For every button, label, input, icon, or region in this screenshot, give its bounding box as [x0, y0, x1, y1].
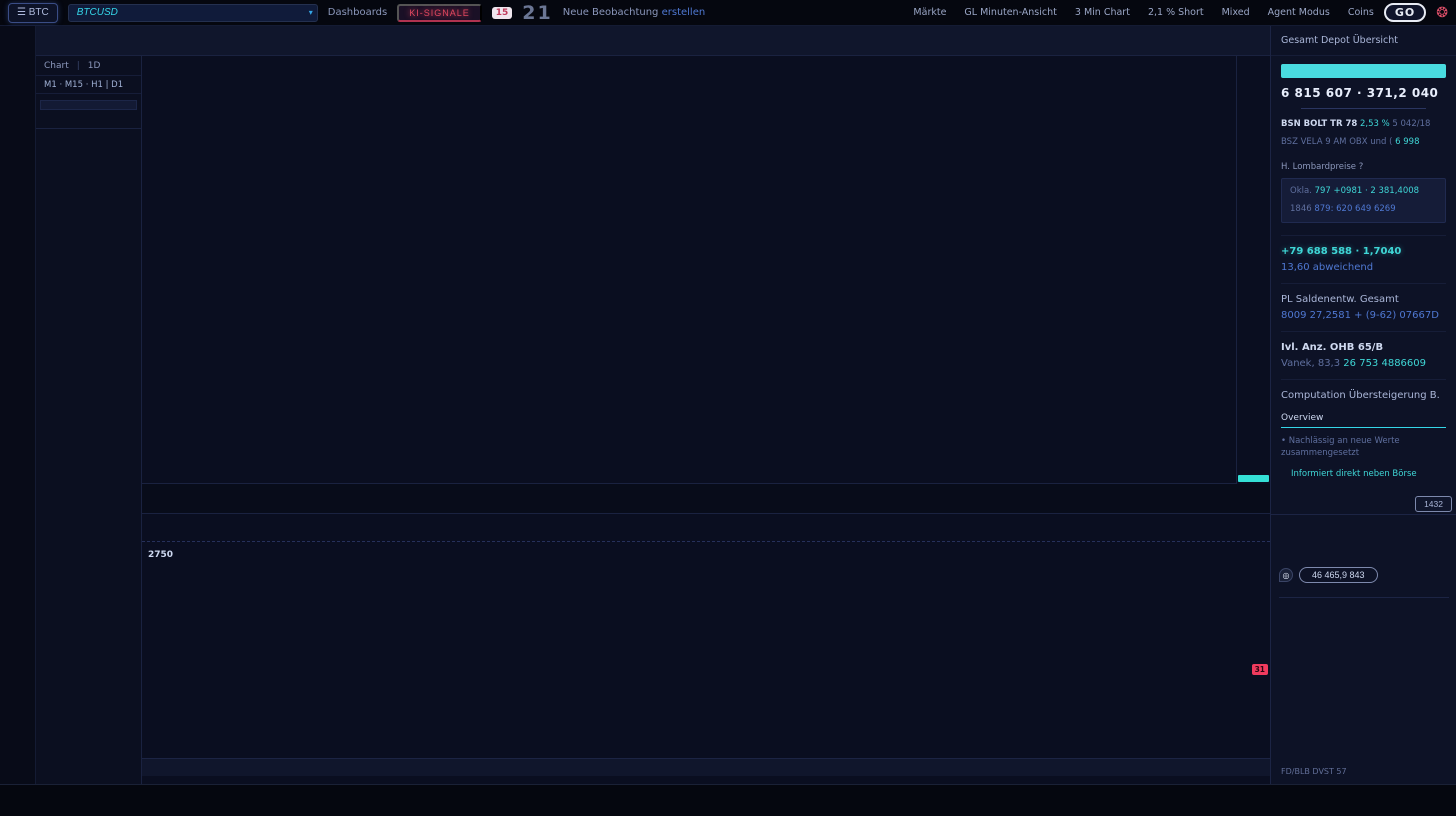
candlestick-chart-svg — [142, 56, 1236, 484]
lombard-label[interactable]: H. Lombardpreise ? — [1281, 162, 1446, 172]
notification-count-badge[interactable]: 15 — [492, 7, 513, 19]
watchlist-info — [36, 120, 141, 128]
alert-link-plain: Neue Beobachtung — [563, 7, 659, 18]
panel-lower-section: ◎ 46 465,9 843 FD/BLB DVST 57 — [1271, 514, 1456, 784]
brand-logo-pill[interactable]: GO — [1384, 3, 1426, 22]
pl-value: 8009 27,2581 + (9-62) 07667D — [1281, 310, 1446, 321]
total-gain-value: +79 688 588 · 1,7040 — [1281, 246, 1446, 257]
topbar-menu-item-0[interactable]: Märkte — [913, 7, 946, 18]
portfolio-total-value: 6 815 607 · 371,2 040 — [1281, 86, 1446, 100]
watchlist-panel: Chart | 1D M1 · M15 · H1 | D1 — [36, 56, 142, 784]
symbol-search-input[interactable] — [68, 4, 318, 22]
topbar-menu-item-2[interactable]: 3 Min Chart — [1075, 7, 1130, 18]
position2-symbol: BSZ VELA 9 AM OBX — [1281, 137, 1368, 147]
menu-bar — [36, 26, 1270, 56]
box-row1-value: 797 +0981 · 2 381,4008 — [1315, 186, 1419, 196]
alert-link-accent: erstellen — [662, 7, 706, 18]
portfolio-panel: Gesamt Depot Übersicht 6 815 607 · 371,2… — [1270, 26, 1456, 784]
box-row2-value: 879: 620 649 6269 — [1314, 204, 1395, 214]
topbar-menu-item-3[interactable]: 2,1 % Short — [1148, 7, 1204, 18]
watchlist — [40, 100, 137, 110]
tab-chart[interactable]: Chart — [44, 61, 69, 71]
ivl-value: 26 753 4886609 — [1343, 358, 1426, 369]
indicator-time-axis[interactable] — [142, 758, 1270, 776]
overview-note: Informiert direkt neben Börse — [1281, 469, 1446, 479]
price-scale[interactable] — [1236, 56, 1270, 484]
topbar-menu-item-1[interactable]: GL Minuten-Ansicht — [964, 7, 1056, 18]
alert-link[interactable]: Neue Beobachtung erstellen — [563, 7, 705, 18]
symbol-search: ▾ — [68, 4, 318, 22]
topbar-menu-item-6[interactable]: Coins — [1348, 7, 1374, 18]
panel-footer-text: FD/BLB DVST 57 — [1281, 767, 1347, 776]
time-axis[interactable] — [142, 484, 1270, 514]
panel-corner-button[interactable]: 1432 — [1415, 496, 1452, 512]
chevron-down-icon[interactable]: ▾ — [309, 8, 313, 17]
main-chart[interactable] — [142, 56, 1270, 484]
location-pill-button[interactable]: 46 465,9 843 — [1299, 567, 1378, 583]
overview-bullet: • Nachlässig an neue Werte zusammengeset… — [1281, 436, 1446, 459]
taskbar — [0, 784, 1456, 816]
position2-sep: und ( — [1370, 137, 1392, 147]
tab-interval[interactable]: 1D — [88, 61, 101, 71]
position-change: 2,53 % — [1360, 119, 1390, 129]
topbar-menu-item-5[interactable]: Agent Modus — [1268, 7, 1330, 18]
position-size: 5 042/18 — [1392, 119, 1430, 129]
pl-label: PL Saldenentw. Gesamt — [1281, 294, 1446, 305]
computation-label: Computation Übersteigerung B. — [1281, 390, 1446, 401]
symbol-selector-button[interactable]: ☰ BTC — [8, 3, 58, 23]
amount-input[interactable] — [1281, 64, 1446, 78]
indicator-value-badge: 31 — [1252, 664, 1268, 675]
interval-subtabs[interactable]: M1 · M15 · H1 | D1 — [36, 76, 141, 94]
body: Chart | 1D M1 · M15 · H1 | D1 — [0, 26, 1456, 784]
ai-signals-button[interactable]: KI-SIGNALE — [397, 4, 482, 22]
middle-column: Chart | 1D M1 · M15 · H1 | D1 — [36, 26, 1270, 784]
price-scale-footer-bar — [1238, 475, 1269, 482]
portfolio-panel-title: Gesamt Depot Übersicht — [1271, 26, 1456, 56]
left-icon-rail — [0, 26, 36, 784]
topbar-menu-item-4[interactable]: Mixed — [1222, 7, 1250, 18]
layout-counter: 21 — [522, 2, 552, 24]
top-toolbar: ☰ BTC ▾ Dashboards KI-SIGNALE 15 21 Neue… — [0, 0, 1456, 26]
pin-icon[interactable]: ◎ — [1279, 568, 1293, 582]
position-symbol: BSN BOLT TR 78 — [1281, 119, 1357, 129]
gain-subtext: 13,60 abweichend — [1281, 262, 1446, 273]
indicator-panel[interactable]: 2750 31 — [142, 514, 1270, 784]
bottom-left-list — [36, 128, 141, 784]
ivl-key: Vanek, 83,3 — [1281, 358, 1340, 369]
position2-value: 6 998 — [1395, 137, 1419, 147]
mascot-icon[interactable]: ❂ — [1436, 5, 1448, 21]
chart-column: 2750 31 — [142, 56, 1270, 784]
lombard-box: Okla. 797 +0981 · 2 381,4008 1846 879: 6… — [1281, 178, 1446, 223]
trading-terminal: ☰ BTC ▾ Dashboards KI-SIGNALE 15 21 Neue… — [0, 0, 1456, 816]
dashboards-label[interactable]: Dashboards — [328, 7, 387, 18]
indicator-chart-svg — [142, 514, 1270, 784]
box-row2-key: 1846 — [1290, 204, 1312, 214]
box-row1-key: Okla. — [1290, 186, 1312, 196]
topbar-right-menu: Märkte GL Minuten-Ansicht 3 Min Chart 2,1 %… — [913, 7, 1373, 18]
ivl-label: Ivl. Anz. OHB 65/B — [1281, 342, 1446, 353]
overview-section-header[interactable]: Overview — [1281, 413, 1446, 428]
